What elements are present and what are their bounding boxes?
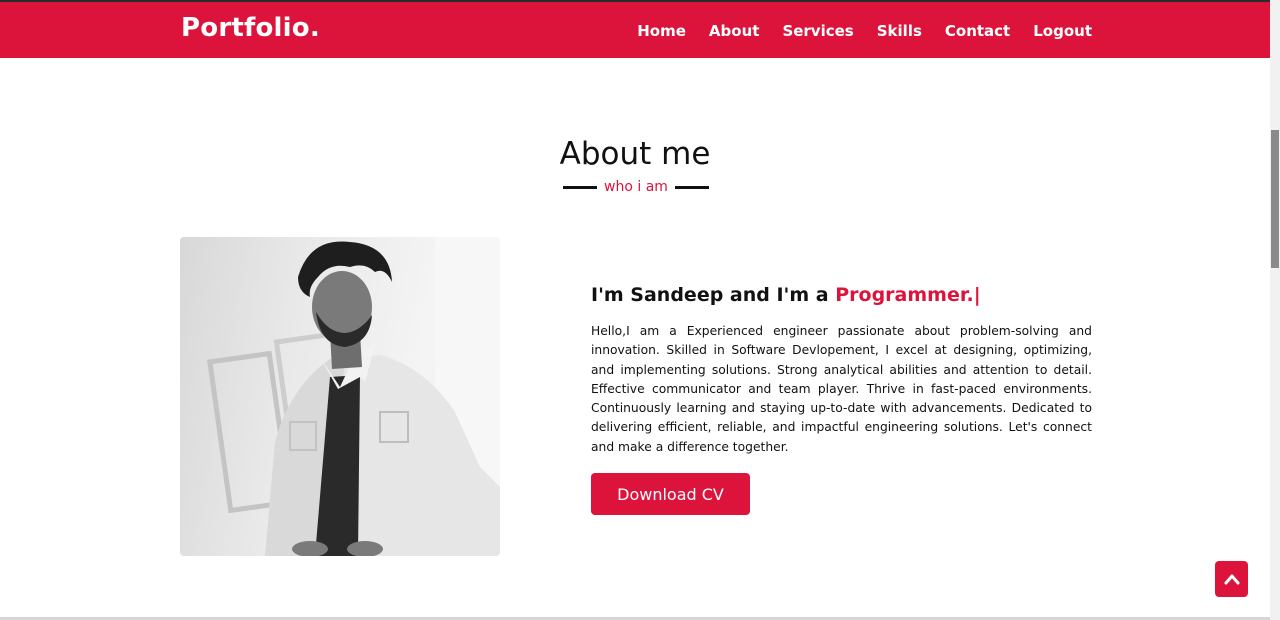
subtitle-line-left: [563, 185, 597, 189]
section-subtitle: who i am: [563, 177, 709, 197]
about-description: Hello,I am a Experienced engineer passio…: [591, 324, 1092, 454]
nav-item-services: Services: [782, 21, 853, 40]
about-heading: I'm Sandeep and I'm a Programmer.|: [591, 284, 981, 306]
subtitle-line-right: [675, 185, 709, 189]
download-cv-button[interactable]: Download CV: [591, 473, 750, 515]
nav-link-logout[interactable]: Logout: [1033, 22, 1092, 40]
scrollbar-thumb[interactable]: [1271, 130, 1279, 268]
chevron-up-icon: [1224, 574, 1239, 585]
nav-link-about[interactable]: About: [709, 22, 760, 40]
navbar: Portfolio. Home About Services Skills Co…: [0, 2, 1270, 58]
nav-link-home[interactable]: Home: [637, 22, 686, 40]
logo[interactable]: Portfolio.: [181, 13, 320, 43]
section-title: About me: [559, 136, 711, 172]
scroll-to-top-button[interactable]: [1215, 561, 1248, 597]
nav-link-skills[interactable]: Skills: [877, 22, 922, 40]
nav-item-skills: Skills: [877, 21, 922, 40]
scrollbar-track[interactable]: [1270, 0, 1280, 620]
nav-item-home: Home: [637, 21, 686, 40]
profile-photo: [180, 237, 500, 556]
nav-link-services[interactable]: Services: [782, 22, 853, 40]
nav-link-contact[interactable]: Contact: [945, 22, 1010, 40]
about-heading-prefix: I'm Sandeep and I'm a: [591, 284, 836, 306]
about-heading-role: Programmer.|: [835, 284, 981, 306]
nav-menu: Home About Services Skills Contact Logou…: [614, 2, 1092, 58]
nav-item-contact: Contact: [945, 21, 1010, 40]
subtitle-text: who i am: [604, 179, 668, 195]
profile-photo-illustration: [207, 237, 500, 556]
nav-item-about: About: [709, 21, 760, 40]
nav-item-logout: Logout: [1033, 21, 1092, 40]
